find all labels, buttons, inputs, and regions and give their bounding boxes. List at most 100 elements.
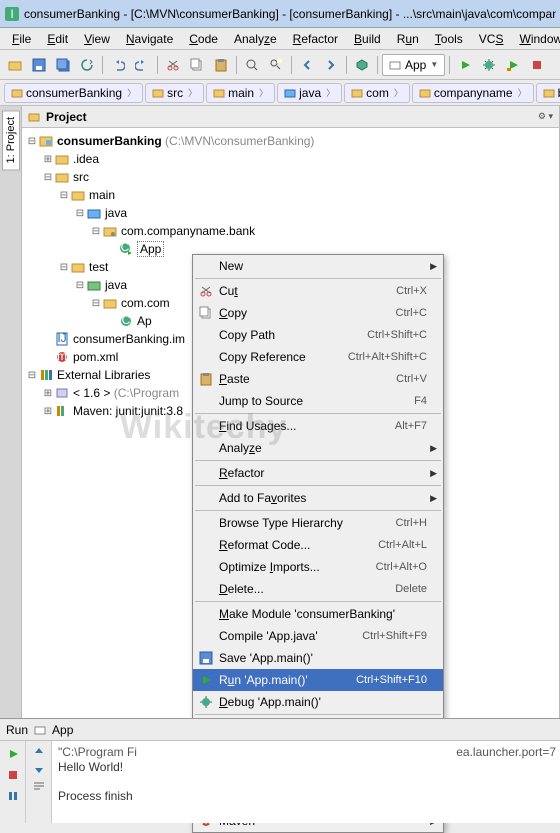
run-icon[interactable]: [454, 54, 476, 76]
make-icon[interactable]: [351, 54, 373, 76]
stop-icon[interactable]: [4, 766, 22, 784]
sync-icon[interactable]: [76, 54, 98, 76]
folder-icon: [70, 259, 86, 275]
tree-app: App: [137, 242, 164, 256]
blank-icon: [197, 537, 215, 553]
svg-text:C: C: [122, 314, 131, 327]
context-item[interactable]: Reformat Code...Ctrl+Alt+L: [193, 534, 443, 556]
save-icon[interactable]: [28, 54, 50, 76]
tree-iml: consumerBanking.im: [73, 332, 185, 346]
app-config-icon: [389, 59, 401, 71]
menu-window[interactable]: Window: [511, 30, 560, 48]
down-icon[interactable]: [32, 762, 46, 776]
module-icon: [38, 133, 54, 149]
menu-tools[interactable]: Tools: [427, 30, 471, 48]
copy-icon: [197, 305, 215, 321]
context-item[interactable]: Run 'App.main()'Ctrl+Shift+F10: [193, 669, 443, 691]
context-item[interactable]: Add to Favorites▶: [193, 487, 443, 509]
run-config-selector[interactable]: App ▼: [382, 54, 445, 76]
context-item[interactable]: Compile 'App.java'Ctrl+Shift+F9: [193, 625, 443, 647]
watermark: Wikitechy: [120, 408, 287, 447]
run-tool-window: Run App "C:\Program Fiea.launcher.port=7…: [0, 718, 560, 822]
paste-icon: [197, 371, 215, 387]
blank-icon: [197, 628, 215, 644]
menu-run[interactable]: Run: [389, 30, 427, 48]
context-item[interactable]: CopyCtrl+C: [193, 302, 443, 324]
menu-edit[interactable]: Edit: [39, 30, 76, 48]
menu-refactor[interactable]: Refactor: [285, 30, 346, 48]
context-item[interactable]: Make Module 'consumerBanking': [193, 603, 443, 625]
crumb-companyname[interactable]: companyname〉: [412, 83, 534, 103]
back-icon[interactable]: [296, 54, 318, 76]
run-app-icon: [34, 724, 46, 736]
tree-main: main: [89, 188, 115, 202]
context-item[interactable]: Browse Type HierarchyCtrl+H: [193, 512, 443, 534]
project-tool-button[interactable]: 1: Project: [2, 110, 20, 170]
library-icon: [54, 403, 70, 419]
copy-icon[interactable]: [186, 54, 208, 76]
crumb-main[interactable]: main〉: [206, 83, 275, 103]
context-item[interactable]: Delete...Delete: [193, 578, 443, 600]
blank-icon: [197, 393, 215, 409]
blank-icon: [197, 559, 215, 575]
menu-view[interactable]: View: [76, 30, 118, 48]
blank-icon: [197, 465, 215, 481]
debug-icon: [197, 694, 215, 710]
coverage-icon[interactable]: [502, 54, 524, 76]
cut-icon[interactable]: [162, 54, 184, 76]
folder-icon: [54, 169, 70, 185]
context-item[interactable]: PasteCtrl+V: [193, 368, 443, 390]
crumb-java[interactable]: java〉: [277, 83, 342, 103]
package-icon: [102, 295, 118, 311]
context-item[interactable]: Refactor▶: [193, 462, 443, 484]
context-item[interactable]: Optimize Imports...Ctrl+Alt+O: [193, 556, 443, 578]
rerun-icon[interactable]: [4, 745, 22, 763]
menu-analyze[interactable]: Analyze: [226, 30, 285, 48]
menu-file[interactable]: File: [4, 30, 39, 48]
menu-code[interactable]: Code: [181, 30, 226, 48]
context-item[interactable]: Copy ReferenceCtrl+Alt+Shift+C: [193, 346, 443, 368]
save-all-icon[interactable]: [52, 54, 74, 76]
replace-icon[interactable]: [265, 54, 287, 76]
menu-navigate[interactable]: Navigate: [118, 30, 181, 48]
project-view-icon: [28, 111, 40, 123]
paste-icon[interactable]: [210, 54, 232, 76]
run-header-label: Run: [6, 723, 28, 737]
context-item[interactable]: Copy PathCtrl+Shift+C: [193, 324, 443, 346]
settings-dropdown-icon[interactable]: ⚙ ▾: [538, 111, 553, 122]
context-item[interactable]: CutCtrl+X: [193, 280, 443, 302]
run-config-label: App: [405, 58, 426, 72]
up-icon[interactable]: [32, 745, 46, 759]
crumb-src[interactable]: src〉: [145, 83, 204, 103]
console-output[interactable]: "C:\Program Fiea.launcher.port=7 Hello W…: [52, 741, 560, 823]
open-file-icon[interactable]: [4, 54, 26, 76]
find-icon[interactable]: [241, 54, 263, 76]
menu-build[interactable]: Build: [346, 30, 389, 48]
tree-ext: External Libraries: [57, 368, 150, 382]
context-item[interactable]: New▶: [193, 255, 443, 277]
wrap-icon[interactable]: [32, 779, 46, 793]
crumb-bank[interactable]: bank〉: [536, 83, 560, 103]
tree-test-java: java: [105, 278, 127, 292]
menu-vcs[interactable]: VCS: [471, 30, 512, 48]
forward-icon[interactable]: [320, 54, 342, 76]
blank-icon: [197, 581, 215, 597]
project-header-title: Project: [46, 110, 87, 124]
tree-test-app: Ap: [137, 314, 152, 328]
pause-icon[interactable]: [4, 787, 22, 805]
debug-icon[interactable]: [478, 54, 500, 76]
tree-idea: .idea: [73, 152, 99, 166]
stop-icon[interactable]: [526, 54, 548, 76]
context-item[interactable]: Debug 'App.main()': [193, 691, 443, 713]
package-icon: [419, 87, 431, 99]
context-item[interactable]: Save 'App.main()': [193, 647, 443, 669]
blank-icon: [197, 349, 215, 365]
crumb-com[interactable]: com〉: [344, 83, 410, 103]
crumb-project[interactable]: consumerBanking〉: [4, 83, 143, 103]
undo-icon[interactable]: [107, 54, 129, 76]
test-folder-icon: [86, 277, 102, 293]
svg-text:m: m: [57, 350, 67, 363]
package-icon: [351, 87, 363, 99]
redo-icon[interactable]: [131, 54, 153, 76]
blank-icon: [197, 258, 215, 274]
